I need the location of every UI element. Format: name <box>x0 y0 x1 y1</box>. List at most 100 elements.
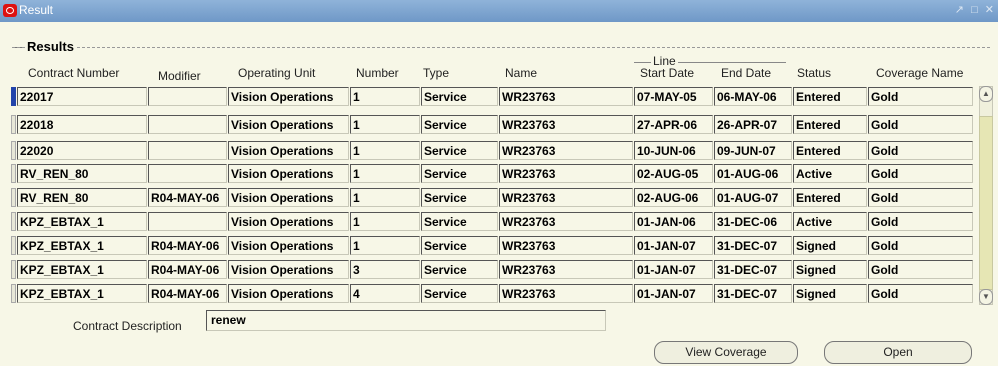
row-selector[interactable] <box>11 260 16 279</box>
cell-coverage-name[interactable]: Gold <box>868 212 973 231</box>
cell-type[interactable]: Service <box>421 236 498 255</box>
row-selector[interactable] <box>11 87 16 106</box>
cell-start-date[interactable]: 02-AUG-06 <box>634 188 713 207</box>
row-selector[interactable] <box>11 236 16 255</box>
view-coverage-button[interactable]: View Coverage <box>654 341 798 364</box>
cell-modifier[interactable] <box>148 115 227 134</box>
cell-modifier[interactable]: R04-MAY-06 <box>148 188 227 207</box>
cell-start-date[interactable]: 01-JAN-07 <box>634 260 713 279</box>
cell-contract-number[interactable]: 22018 <box>17 115 147 134</box>
window-controls[interactable]: ↗ □ ✕ <box>955 3 996 16</box>
cell-status[interactable]: Entered <box>793 115 867 134</box>
cell-coverage-name[interactable]: Gold <box>868 115 973 134</box>
cell-contract-number[interactable]: KPZ_EBTAX_1 <box>17 260 147 279</box>
cell-contract-number[interactable]: KPZ_EBTAX_1 <box>17 212 147 231</box>
open-button[interactable]: Open <box>824 341 972 364</box>
row-selector[interactable] <box>11 284 16 303</box>
cell-coverage-name[interactable]: Gold <box>868 188 973 207</box>
row-selector[interactable] <box>11 212 16 231</box>
row-selector[interactable] <box>11 164 16 183</box>
cell-operating-unit[interactable]: Vision Operations <box>228 115 349 134</box>
cell-modifier[interactable]: R04-MAY-06 <box>148 284 227 303</box>
cell-name[interactable]: WR23763 <box>499 188 633 207</box>
cell-operating-unit[interactable]: Vision Operations <box>228 141 349 160</box>
cell-operating-unit[interactable]: Vision Operations <box>228 164 349 183</box>
cell-number[interactable]: 1 <box>350 87 420 106</box>
cell-name[interactable]: WR23763 <box>499 115 633 134</box>
cell-status[interactable]: Active <box>793 164 867 183</box>
cell-number[interactable]: 4 <box>350 284 420 303</box>
cell-end-date[interactable]: 06-MAY-06 <box>714 87 792 106</box>
cell-start-date[interactable]: 07-MAY-05 <box>634 87 713 106</box>
cell-type[interactable]: Service <box>421 284 498 303</box>
cell-number[interactable]: 1 <box>350 212 420 231</box>
cell-coverage-name[interactable]: Gold <box>868 164 973 183</box>
cell-operating-unit[interactable]: Vision Operations <box>228 236 349 255</box>
cell-modifier[interactable]: R04-MAY-06 <box>148 236 227 255</box>
cell-name[interactable]: WR23763 <box>499 260 633 279</box>
cell-contract-number[interactable]: 22017 <box>17 87 147 106</box>
cell-name[interactable]: WR23763 <box>499 236 633 255</box>
row-selector[interactable] <box>11 141 16 160</box>
cell-operating-unit[interactable]: Vision Operations <box>228 260 349 279</box>
cell-coverage-name[interactable]: Gold <box>868 141 973 160</box>
cell-operating-unit[interactable]: Vision Operations <box>228 87 349 106</box>
cell-type[interactable]: Service <box>421 164 498 183</box>
cell-coverage-name[interactable]: Gold <box>868 87 973 106</box>
cell-type[interactable]: Service <box>421 87 498 106</box>
cell-number[interactable]: 1 <box>350 188 420 207</box>
cell-status[interactable]: Active <box>793 212 867 231</box>
cell-end-date[interactable]: 31-DEC-07 <box>714 284 792 303</box>
cell-contract-number[interactable]: KPZ_EBTAX_1 <box>17 236 147 255</box>
cell-type[interactable]: Service <box>421 141 498 160</box>
cell-coverage-name[interactable]: Gold <box>868 260 973 279</box>
cell-modifier[interactable]: R04-MAY-06 <box>148 260 227 279</box>
cell-coverage-name[interactable]: Gold <box>868 284 973 303</box>
cell-end-date[interactable]: 31-DEC-06 <box>714 212 792 231</box>
scroll-down-arrow-icon[interactable]: ▼ <box>979 289 993 305</box>
scroll-up-arrow-icon[interactable]: ▲ <box>979 86 993 102</box>
cell-name[interactable]: WR23763 <box>499 164 633 183</box>
cell-number[interactable]: 1 <box>350 115 420 134</box>
cell-end-date[interactable]: 01-AUG-07 <box>714 188 792 207</box>
cell-number[interactable]: 1 <box>350 236 420 255</box>
cell-status[interactable]: Entered <box>793 188 867 207</box>
cell-start-date[interactable]: 01-JAN-07 <box>634 236 713 255</box>
cell-contract-number[interactable]: KPZ_EBTAX_1 <box>17 284 147 303</box>
cell-start-date[interactable]: 01-JAN-06 <box>634 212 713 231</box>
cell-name[interactable]: WR23763 <box>499 87 633 106</box>
cell-type[interactable]: Service <box>421 260 498 279</box>
cell-status[interactable]: Entered <box>793 141 867 160</box>
cell-name[interactable]: WR23763 <box>499 284 633 303</box>
cell-type[interactable]: Service <box>421 115 498 134</box>
cell-contract-number[interactable]: RV_REN_80 <box>17 164 147 183</box>
cell-status[interactable]: Entered <box>793 87 867 106</box>
cell-status[interactable]: Signed <box>793 236 867 255</box>
cell-modifier[interactable] <box>148 87 227 106</box>
cell-number[interactable]: 1 <box>350 141 420 160</box>
cell-modifier[interactable] <box>148 164 227 183</box>
cell-status[interactable]: Signed <box>793 260 867 279</box>
row-selector[interactable] <box>11 188 16 207</box>
contract-description-field[interactable]: renew <box>206 310 606 331</box>
cell-start-date[interactable]: 02-AUG-05 <box>634 164 713 183</box>
row-selector[interactable] <box>11 115 16 134</box>
cell-name[interactable]: WR23763 <box>499 141 633 160</box>
cell-modifier[interactable] <box>148 141 227 160</box>
cell-start-date[interactable]: 01-JAN-07 <box>634 284 713 303</box>
cell-name[interactable]: WR23763 <box>499 212 633 231</box>
cell-end-date[interactable]: 31-DEC-07 <box>714 236 792 255</box>
cell-contract-number[interactable]: RV_REN_80 <box>17 188 147 207</box>
cell-start-date[interactable]: 10-JUN-06 <box>634 141 713 160</box>
cell-end-date[interactable]: 09-JUN-07 <box>714 141 792 160</box>
cell-type[interactable]: Service <box>421 188 498 207</box>
cell-coverage-name[interactable]: Gold <box>868 236 973 255</box>
cell-end-date[interactable]: 26-APR-07 <box>714 115 792 134</box>
cell-number[interactable]: 3 <box>350 260 420 279</box>
cell-operating-unit[interactable]: Vision Operations <box>228 212 349 231</box>
cell-contract-number[interactable]: 22020 <box>17 141 147 160</box>
cell-operating-unit[interactable]: Vision Operations <box>228 284 349 303</box>
cell-status[interactable]: Signed <box>793 284 867 303</box>
cell-start-date[interactable]: 27-APR-06 <box>634 115 713 134</box>
window-titlebar[interactable]: Result ↗ □ ✕ <box>0 0 998 22</box>
